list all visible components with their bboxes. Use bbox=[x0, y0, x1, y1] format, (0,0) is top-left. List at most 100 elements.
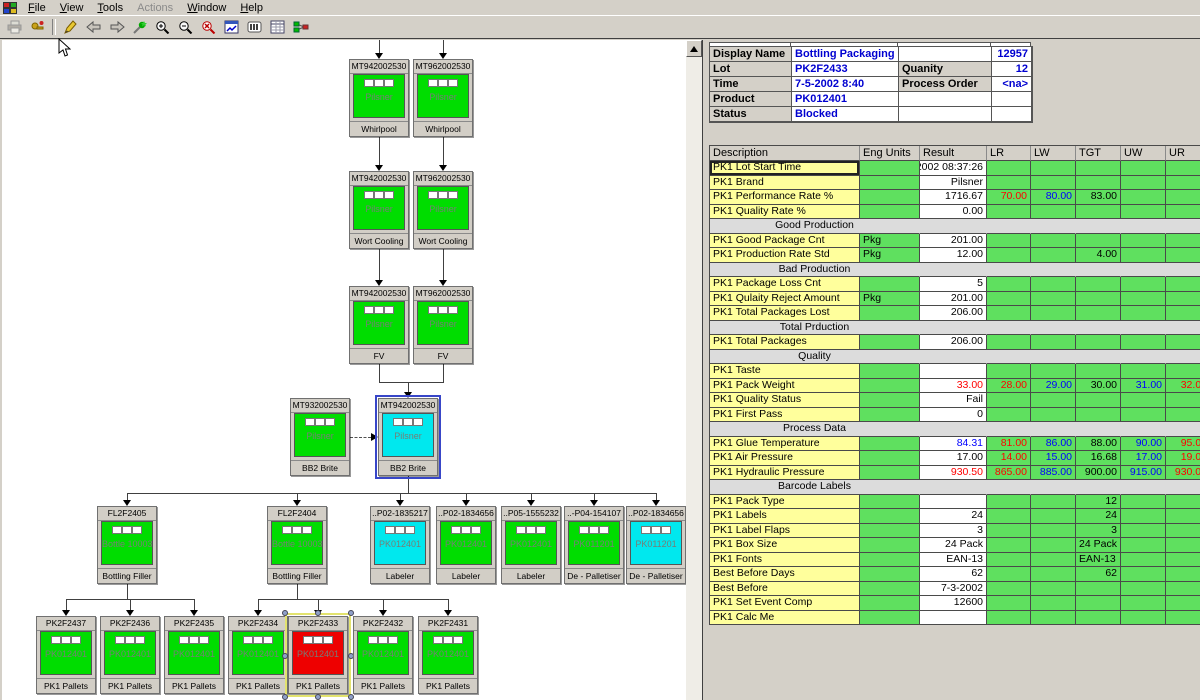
cell-lw[interactable] bbox=[1031, 292, 1076, 307]
cell-description[interactable]: Barcode Labels bbox=[710, 480, 920, 495]
lot-node[interactable]: FL2F2404 Bottle 10003 Bottling Filler bbox=[267, 506, 327, 584]
cell-lr[interactable] bbox=[987, 553, 1031, 568]
cell-lr[interactable] bbox=[987, 234, 1031, 249]
cell-eng-units[interactable] bbox=[860, 379, 920, 394]
cell-description[interactable]: PK1 Calc Me bbox=[710, 611, 860, 626]
cell-result[interactable]: EAN-13 bbox=[920, 553, 987, 568]
cell-uw[interactable]: 17.00 bbox=[1121, 451, 1166, 466]
cell-tgt[interactable] bbox=[1076, 321, 1121, 336]
cell-uw[interactable] bbox=[1121, 350, 1166, 365]
selection-handle[interactable] bbox=[315, 610, 321, 616]
cell-uw[interactable] bbox=[1121, 335, 1166, 350]
cell-lw[interactable] bbox=[1031, 509, 1076, 524]
cell-uw[interactable] bbox=[1121, 495, 1166, 510]
cell-lw[interactable] bbox=[1031, 277, 1076, 292]
cell-lw[interactable]: 80.00 bbox=[1031, 190, 1076, 205]
lot-node[interactable]: ..-P04-154107 PK011201 De - Palletiser bbox=[564, 506, 624, 584]
cell-result[interactable]: 7-3-2002 bbox=[920, 582, 987, 597]
cell-eng-units[interactable] bbox=[860, 596, 920, 611]
forward-button[interactable] bbox=[105, 17, 128, 37]
cell-description[interactable]: PK1 Brand bbox=[710, 176, 860, 191]
cell-result[interactable]: 7-5-2002 08:37:26 bbox=[920, 161, 987, 176]
cell-lr[interactable] bbox=[987, 205, 1031, 220]
cell-lr[interactable]: 81.00 bbox=[987, 437, 1031, 452]
cell-eng-units[interactable] bbox=[860, 495, 920, 510]
cell-tgt[interactable] bbox=[1076, 219, 1121, 234]
cell-uw[interactable]: 90.00 bbox=[1121, 437, 1166, 452]
lot-node[interactable]: MT942002530 Pilsner Wort Cooling bbox=[349, 171, 409, 249]
lot-node[interactable]: ..P05-1555232 PK012401 Labeler bbox=[501, 506, 561, 584]
cell-ur[interactable] bbox=[1166, 292, 1200, 307]
lot-node-selected-yellow[interactable]: PK2F2433 PK012401 PK1 Pallets bbox=[288, 616, 348, 694]
cell-tgt[interactable]: 24 bbox=[1076, 509, 1121, 524]
cell-lr[interactable]: 28.00 bbox=[987, 379, 1031, 394]
column-header[interactable]: Description bbox=[710, 146, 860, 161]
cell-uw[interactable] bbox=[1121, 205, 1166, 220]
cell-result[interactable]: 0.00 bbox=[920, 205, 987, 220]
cell-result[interactable]: 62 bbox=[920, 567, 987, 582]
cell-description[interactable]: PK1 Total Packages bbox=[710, 335, 860, 350]
cell-ur[interactable] bbox=[1166, 408, 1200, 423]
cell-ur[interactable] bbox=[1166, 161, 1200, 176]
selection-handle[interactable] bbox=[282, 610, 288, 616]
cell-ur[interactable] bbox=[1166, 205, 1200, 220]
lot-node[interactable]: PK2F2431 PK012401 PK1 Pallets bbox=[418, 616, 478, 694]
cell-lw[interactable] bbox=[1031, 567, 1076, 582]
cell-uw[interactable] bbox=[1121, 263, 1166, 278]
cell-description[interactable]: Total Prduction bbox=[710, 321, 920, 336]
cell-result[interactable]: 206.00 bbox=[920, 306, 987, 321]
cell-lw[interactable] bbox=[1031, 205, 1076, 220]
selection-handle[interactable] bbox=[315, 694, 321, 700]
cell-result[interactable]: 24 Pack bbox=[920, 538, 987, 553]
cell-tgt[interactable] bbox=[1076, 277, 1121, 292]
cell-result[interactable]: 84.31 bbox=[920, 437, 987, 452]
cell-ur[interactable] bbox=[1166, 364, 1200, 379]
cell-result[interactable] bbox=[920, 495, 987, 510]
cell-tgt[interactable] bbox=[1076, 393, 1121, 408]
cell-uw[interactable] bbox=[1121, 611, 1166, 626]
cell-tgt[interactable] bbox=[1076, 306, 1121, 321]
cell-eng-units[interactable] bbox=[860, 306, 920, 321]
cell-ur[interactable] bbox=[1166, 524, 1200, 539]
cell-description[interactable]: PK1 Box Size bbox=[710, 538, 860, 553]
cell-lw[interactable] bbox=[1031, 364, 1076, 379]
cell-lw[interactable] bbox=[1031, 524, 1076, 539]
cell-ur[interactable] bbox=[1166, 219, 1200, 234]
cell-lw[interactable] bbox=[1031, 393, 1076, 408]
cell-uw[interactable] bbox=[1121, 321, 1166, 336]
cell-uw[interactable] bbox=[1121, 219, 1166, 234]
cell-lr[interactable] bbox=[987, 176, 1031, 191]
cell-uw[interactable] bbox=[1121, 176, 1166, 191]
cell-lr[interactable] bbox=[987, 350, 1031, 365]
cell-eng-units[interactable] bbox=[860, 161, 920, 176]
cell-result[interactable]: Pilsner bbox=[920, 176, 987, 191]
cell-lr[interactable] bbox=[987, 495, 1031, 510]
cell-tgt[interactable] bbox=[1076, 582, 1121, 597]
cell-result[interactable]: 201.00 bbox=[920, 292, 987, 307]
cell-lw[interactable] bbox=[1031, 161, 1076, 176]
cell-tgt[interactable]: 16.68 bbox=[1076, 451, 1121, 466]
cell-lr[interactable] bbox=[987, 321, 1031, 336]
cell-eng-units[interactable] bbox=[860, 524, 920, 539]
cell-result[interactable]: Fail bbox=[920, 393, 987, 408]
cell-uw[interactable] bbox=[1121, 248, 1166, 263]
cell-result[interactable] bbox=[920, 364, 987, 379]
cell-uw[interactable] bbox=[1121, 408, 1166, 423]
cell-eng-units[interactable] bbox=[860, 335, 920, 350]
cell-ur[interactable] bbox=[1166, 393, 1200, 408]
cell-eng-units[interactable] bbox=[860, 582, 920, 597]
cell-lr[interactable] bbox=[987, 480, 1031, 495]
cell-ur[interactable] bbox=[1166, 422, 1200, 437]
cell-lw[interactable] bbox=[1031, 234, 1076, 249]
cell-result[interactable]: 0 bbox=[920, 408, 987, 423]
cell-lr[interactable] bbox=[987, 408, 1031, 423]
cell-lw[interactable] bbox=[1031, 248, 1076, 263]
report-button[interactable] bbox=[220, 17, 243, 37]
lot-node[interactable]: PK2F2436 PK012401 PK1 Pallets bbox=[100, 616, 160, 694]
cell-lw[interactable] bbox=[1031, 480, 1076, 495]
cell-lr[interactable]: 865.00 bbox=[987, 466, 1031, 481]
cell-ur[interactable] bbox=[1166, 611, 1200, 626]
cell-eng-units[interactable] bbox=[860, 466, 920, 481]
table-button[interactable] bbox=[266, 17, 289, 37]
cell-lr[interactable] bbox=[987, 364, 1031, 379]
